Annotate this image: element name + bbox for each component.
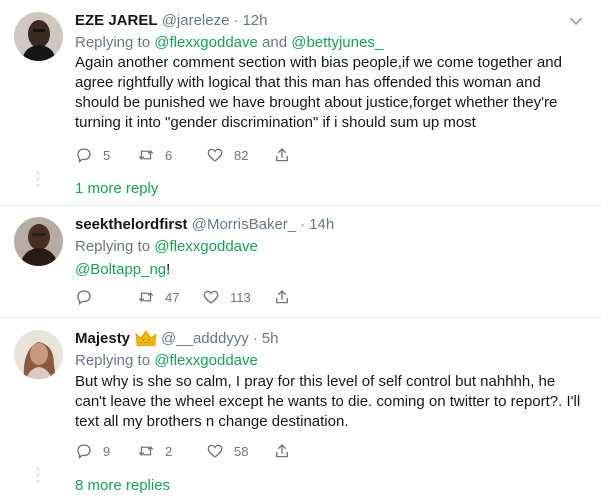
reply-button[interactable]: 5 xyxy=(75,145,110,165)
chevron-down-icon[interactable] xyxy=(567,12,585,30)
share-icon xyxy=(276,290,288,304)
like-count: 113 xyxy=(230,289,251,305)
reply-button[interactable] xyxy=(75,287,103,307)
share-icon xyxy=(276,148,288,162)
share-button[interactable] xyxy=(273,441,291,461)
replying-to: Replying to @flexxgoddave and @bettyjune… xyxy=(75,34,384,51)
replying-to: Replying to @flexxgoddave xyxy=(75,238,258,255)
mention-link[interactable]: @bettyjunes_ xyxy=(291,34,383,51)
retweet-button[interactable]: 2 xyxy=(137,441,172,461)
retweet-button[interactable]: 6 xyxy=(137,145,172,165)
retweet-count: 2 xyxy=(165,443,173,459)
tweet-header: Majesty @__adddyyy · 5h xyxy=(75,329,587,349)
reply-count: 5 xyxy=(103,147,111,163)
display-name[interactable]: seekthelordfirst xyxy=(75,216,188,233)
share-button[interactable] xyxy=(273,145,291,165)
user-handle[interactable]: @MorrisBaker_ xyxy=(192,216,296,233)
avatar[interactable] xyxy=(14,330,63,379)
tweet-header: EZE JAREL @jareleze · 12h xyxy=(75,11,587,31)
user-handle[interactable]: @__adddyyy xyxy=(161,330,249,347)
share-icon xyxy=(276,444,288,458)
retweet-icon xyxy=(138,292,154,302)
retweet-icon xyxy=(138,150,154,160)
show-more-replies[interactable]: 8 more replies xyxy=(75,476,170,496)
tweet-text: But why is she so calm, I pray for this … xyxy=(75,373,581,430)
reply-icon xyxy=(77,444,91,460)
retweet-button[interactable]: 47 xyxy=(137,287,179,307)
user-handle[interactable]: @jareleze xyxy=(162,12,230,29)
crown-icon xyxy=(135,330,157,346)
tweet-1[interactable]: EZE JAREL @jareleze · 12h Replying to @fle… xyxy=(0,0,601,206)
mention-link[interactable]: @flexxgoddave xyxy=(154,238,258,255)
timestamp[interactable]: 5h xyxy=(262,330,279,347)
tweet-text: Again another comment section with bias … xyxy=(75,54,562,131)
thread-dots xyxy=(37,468,40,486)
retweet-count: 47 xyxy=(165,289,180,305)
heart-icon xyxy=(207,444,223,458)
tweet-text: @Boltapp_ng! xyxy=(75,261,171,278)
display-name[interactable]: Majesty xyxy=(75,330,130,347)
show-more-replies[interactable]: 1 more reply xyxy=(75,179,158,199)
retweet-count: 6 xyxy=(165,147,173,163)
mention-link[interactable]: @Boltapp_ng xyxy=(75,261,166,278)
mention-link[interactable]: @flexxgoddave xyxy=(154,34,258,51)
like-count: 58 xyxy=(234,443,249,459)
tweet-header: seekthelordfirst @MorrisBaker_ · 14h xyxy=(75,215,587,235)
timestamp[interactable]: 12h xyxy=(242,12,267,29)
tweet-3[interactable]: Majesty @__adddyyy · 5h Replying to @flexxg… xyxy=(0,318,601,502)
timestamp[interactable]: 14h xyxy=(309,216,334,233)
display-name[interactable]: EZE JAREL xyxy=(75,12,158,29)
heart-icon xyxy=(203,290,219,304)
tweet-2[interactable]: seekthelordfirst @MorrisBaker_ · 14h Reply… xyxy=(0,206,601,318)
reply-icon xyxy=(77,148,91,164)
share-button[interactable] xyxy=(273,287,291,307)
separator-dot: · xyxy=(300,216,306,233)
mention-link[interactable]: @flexxgoddave xyxy=(154,352,258,369)
like-count: 82 xyxy=(234,147,249,163)
like-button[interactable]: 82 xyxy=(206,145,248,165)
avatar[interactable] xyxy=(14,12,63,61)
like-button[interactable]: 113 xyxy=(202,287,251,307)
avatar[interactable] xyxy=(14,217,63,266)
separator-dot: · xyxy=(233,12,239,29)
retweet-icon xyxy=(138,446,154,456)
reply-button[interactable]: 9 xyxy=(75,441,110,461)
reply-count: 9 xyxy=(103,443,111,459)
heart-icon xyxy=(207,148,223,162)
thread-dots xyxy=(37,172,40,190)
reply-icon xyxy=(77,290,91,306)
like-button[interactable]: 58 xyxy=(206,441,248,461)
replying-to: Replying to @flexxgoddave xyxy=(75,352,258,369)
separator-dot: · xyxy=(252,330,258,347)
